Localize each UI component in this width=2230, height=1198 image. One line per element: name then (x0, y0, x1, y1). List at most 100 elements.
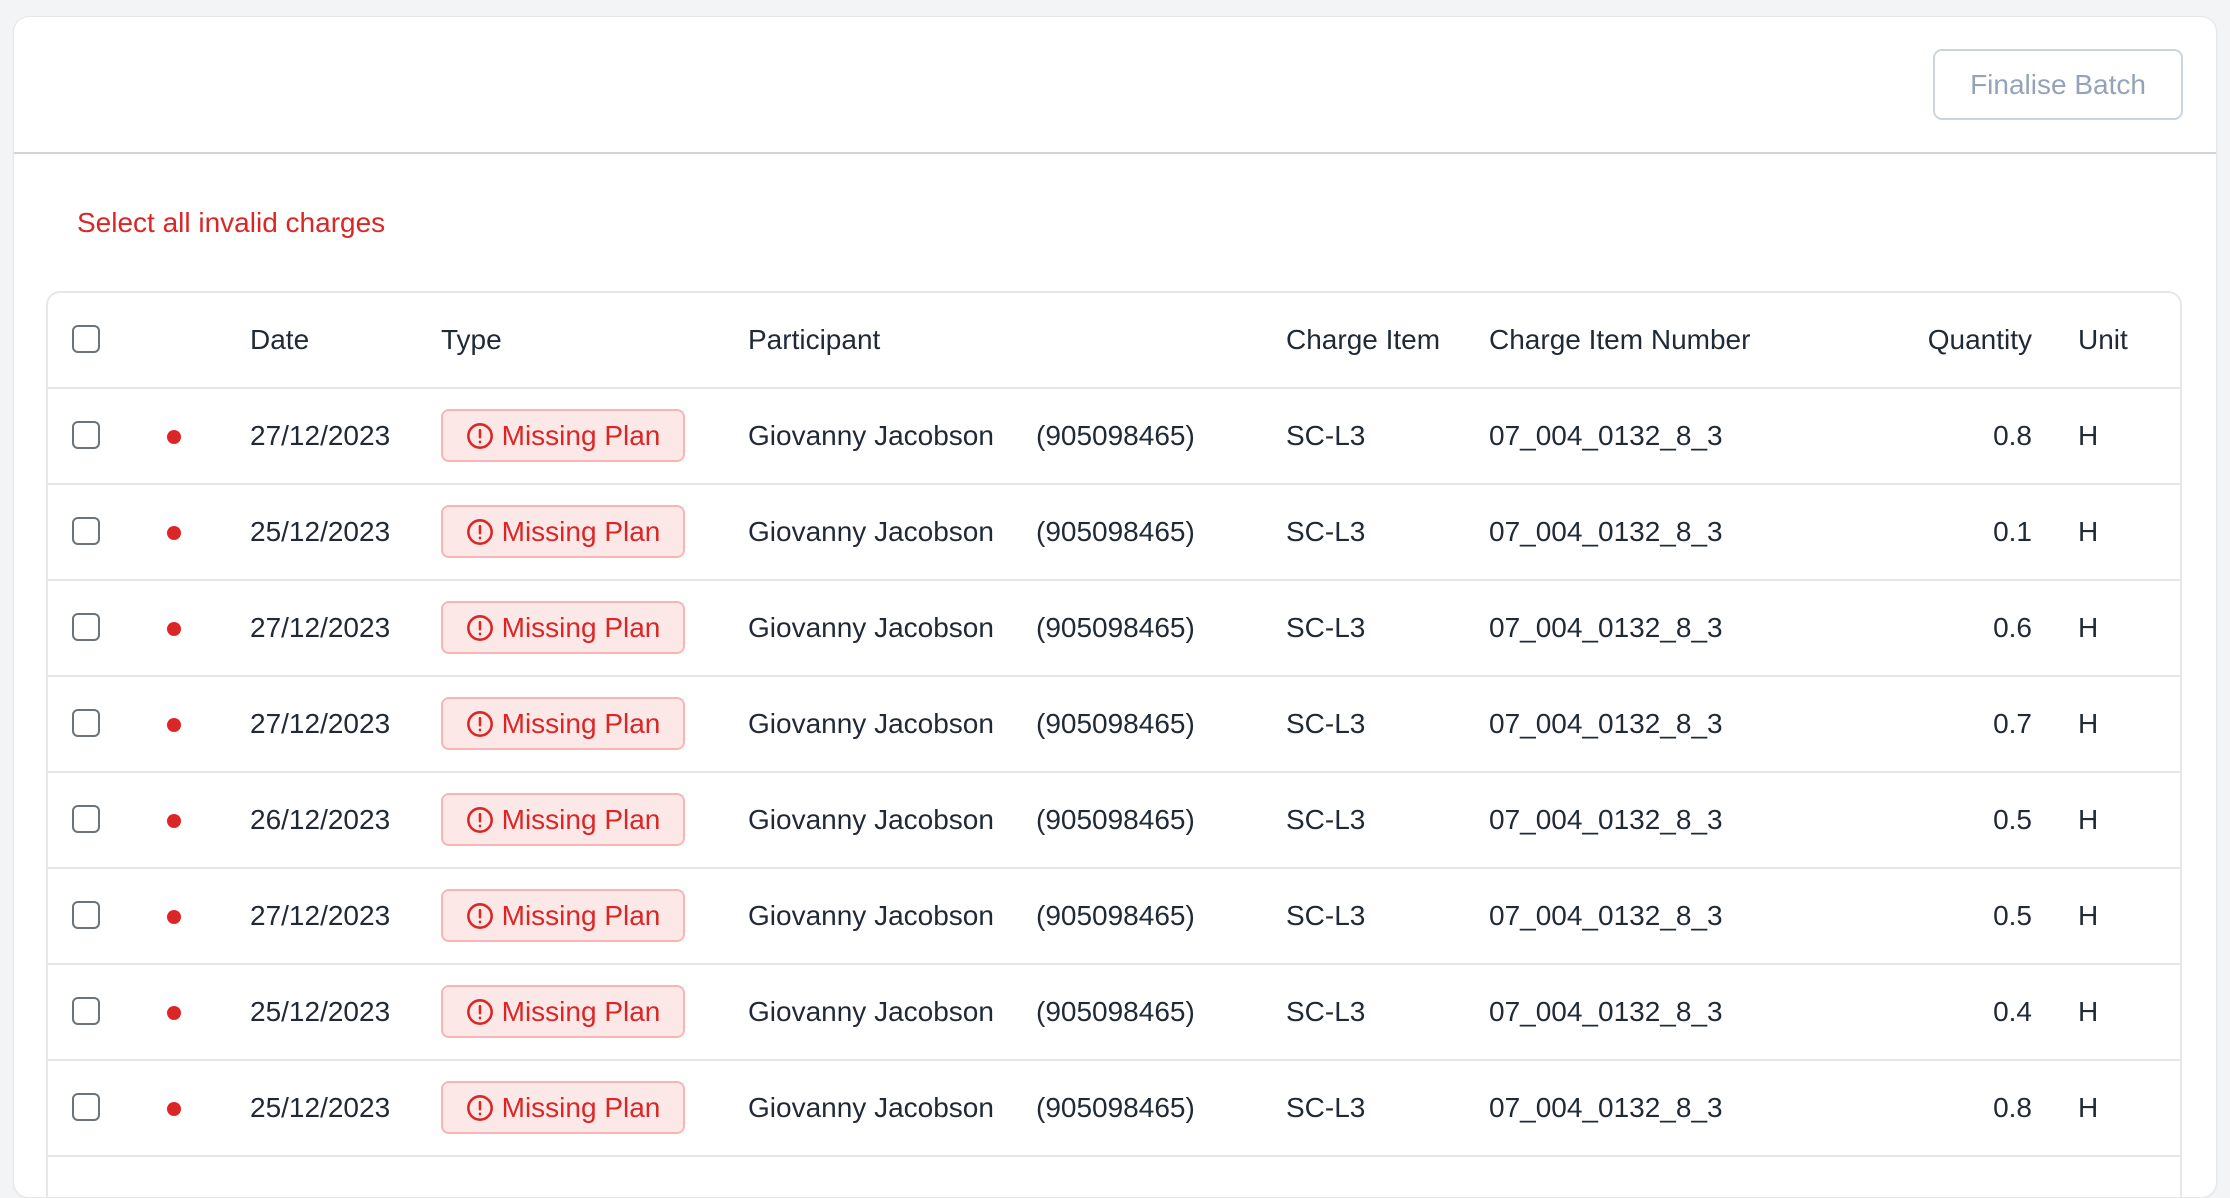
charges-table: Date Type Participant Charge Item Charge… (46, 291, 2182, 1197)
status-badge-label: Missing Plan (501, 515, 661, 547)
unit-cell: H (2078, 516, 2099, 547)
quantity-cell: 0.8 (1993, 1092, 2032, 1123)
participant-id-cell: (905098465) (1036, 804, 1195, 835)
date-cell: 27/12/2023 (250, 708, 391, 739)
status-badge: Missing Plan (441, 985, 685, 1038)
table-row[interactable]: 25/12/2023 Missing Plan Giovanny Jacobson (… (48, 1061, 2180, 1157)
table-row[interactable]: 27/12/2023 Missing Plan Giovanny Jacobson (… (48, 869, 2180, 965)
table-row[interactable]: 25/12/2023 Missing Plan Giovanny Jacobson (… (48, 965, 2180, 1061)
column-header-type[interactable]: Type (441, 293, 502, 387)
status-badge: Missing Plan (441, 409, 685, 462)
charge-item-number-cell: 07_004_0132_8_3 (1489, 996, 1723, 1027)
quantity-cell: 0.6 (1993, 612, 2032, 643)
table-header-row: Date Type Participant Charge Item Charge… (48, 293, 2180, 389)
unit-cell: H (2078, 900, 2099, 931)
date-cell: 25/12/2023 (250, 1092, 391, 1123)
table-row[interactable]: 27/12/2023 Missing Plan Giovanny Jacobson (… (48, 581, 2180, 677)
column-header-quantity[interactable]: Quantity (1748, 293, 2032, 387)
row-checkbox[interactable] (72, 613, 100, 641)
charge-item-number-cell: 07_004_0132_8_3 (1489, 708, 1723, 739)
quantity-cell: 0.5 (1993, 900, 2032, 931)
participant-id-cell: (905098465) (1036, 708, 1195, 739)
status-badge-label: Missing Plan (501, 899, 661, 931)
alert-circle-icon (466, 1094, 494, 1122)
status-badge-label: Missing Plan (501, 803, 661, 835)
participant-id-cell: (905098465) (1036, 612, 1195, 643)
status-badge: Missing Plan (441, 697, 685, 750)
table-row[interactable]: 27/12/2023 Missing Plan Giovanny Jacobson (… (48, 389, 2180, 485)
status-badge: Missing Plan (441, 505, 685, 558)
participant-name-cell: Giovanny Jacobson (748, 708, 994, 739)
charge-item-number-cell: 07_004_0132_8_3 (1489, 804, 1723, 835)
unit-cell: H (2078, 1092, 2099, 1123)
unit-cell: H (2078, 420, 2099, 451)
column-header-charge-item-number[interactable]: Charge Item Number (1489, 293, 1750, 387)
charge-item-number-cell: 07_004_0132_8_3 (1489, 900, 1723, 931)
red-dot-icon (167, 910, 181, 924)
status-badge: Missing Plan (441, 601, 685, 654)
unit-cell: H (2078, 708, 2099, 739)
batch-toolbar: Finalise Batch (14, 17, 2216, 154)
status-badge-label: Missing Plan (501, 995, 661, 1027)
participant-id-cell: (905098465) (1036, 420, 1195, 451)
row-checkbox[interactable] (72, 997, 100, 1025)
participant-name-cell: Giovanny Jacobson (748, 1092, 994, 1123)
column-header-unit[interactable]: Unit (2078, 293, 2128, 387)
alert-circle-icon (466, 614, 494, 642)
charge-item-cell: SC-L3 (1286, 612, 1366, 643)
status-badge: Missing Plan (441, 793, 685, 846)
charge-item-cell: SC-L3 (1286, 996, 1366, 1027)
red-dot-icon (167, 526, 181, 540)
red-dot-icon (167, 622, 181, 636)
participant-name-cell: Giovanny Jacobson (748, 612, 994, 643)
column-header-date[interactable]: Date (250, 293, 309, 387)
alert-circle-icon (466, 518, 494, 546)
quantity-cell: 0.1 (1993, 516, 2032, 547)
date-cell: 26/12/2023 (250, 804, 391, 835)
charge-item-number-cell: 07_004_0132_8_3 (1489, 516, 1723, 547)
participant-id-cell: (905098465) (1036, 996, 1195, 1027)
charge-item-number-cell: 07_004_0132_8_3 (1489, 1092, 1723, 1123)
column-header-participant[interactable]: Participant (748, 293, 880, 387)
date-cell: 25/12/2023 (250, 516, 391, 547)
row-checkbox[interactable] (72, 1093, 100, 1121)
charge-item-cell: SC-L3 (1286, 804, 1366, 835)
participant-name-cell: Giovanny Jacobson (748, 420, 994, 451)
alert-circle-icon (466, 710, 494, 738)
participant-id-cell: (905098465) (1036, 900, 1195, 931)
row-checkbox[interactable] (72, 805, 100, 833)
red-dot-icon (167, 814, 181, 828)
select-all-checkbox[interactable] (72, 325, 100, 353)
table-row[interactable]: 26/12/2023 Missing Plan Giovanny Jacobson (… (48, 773, 2180, 869)
select-all-invalid-charges-link[interactable]: Select all invalid charges (77, 207, 385, 239)
participant-name-cell: Giovanny Jacobson (748, 516, 994, 547)
unit-cell: H (2078, 804, 2099, 835)
row-checkbox[interactable] (72, 517, 100, 545)
date-cell: 27/12/2023 (250, 612, 391, 643)
participant-name-cell: Giovanny Jacobson (748, 900, 994, 931)
date-cell: 27/12/2023 (250, 420, 391, 451)
red-dot-icon (167, 718, 181, 732)
charge-item-number-cell: 07_004_0132_8_3 (1489, 420, 1723, 451)
table-row[interactable]: 25/12/2023 Missing Plan Giovanny Jacobson (… (48, 485, 2180, 581)
status-badge: Missing Plan (441, 1081, 685, 1134)
red-dot-icon (167, 430, 181, 444)
unit-cell: H (2078, 996, 2099, 1027)
row-checkbox[interactable] (72, 901, 100, 929)
batch-card: Finalise Batch Select all invalid charge… (13, 16, 2217, 1198)
participant-name-cell: Giovanny Jacobson (748, 996, 994, 1027)
charge-item-cell: SC-L3 (1286, 708, 1366, 739)
alert-circle-icon (466, 806, 494, 834)
unit-cell: H (2078, 612, 2099, 643)
charge-item-cell: SC-L3 (1286, 1092, 1366, 1123)
finalise-batch-button[interactable]: Finalise Batch (1933, 49, 2183, 120)
date-cell: 27/12/2023 (250, 900, 391, 931)
participant-id-cell: (905098465) (1036, 1092, 1195, 1123)
alert-circle-icon (466, 902, 494, 930)
row-checkbox[interactable] (72, 709, 100, 737)
participant-id-cell: (905098465) (1036, 516, 1195, 547)
table-row[interactable]: 27/12/2023 Missing Plan Giovanny Jacobson (… (48, 677, 2180, 773)
column-header-charge-item[interactable]: Charge Item (1286, 293, 1440, 387)
status-badge-label: Missing Plan (501, 611, 661, 643)
row-checkbox[interactable] (72, 421, 100, 449)
